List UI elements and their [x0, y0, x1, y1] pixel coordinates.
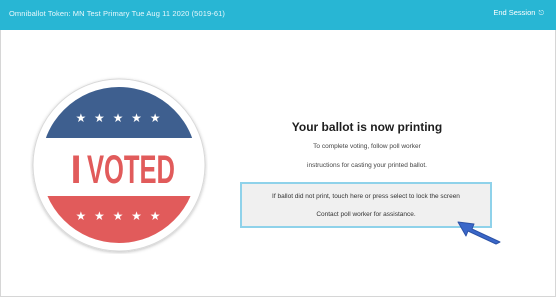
end-session-button[interactable]: End Session ⎋	[493, 8, 544, 18]
arrow-pointer-icon	[454, 218, 504, 248]
sticker-graphic: ★ ★ ★ ★ ★ ★ ★ ★ ★ ★ I VOTED	[32, 78, 206, 252]
header-bar: Omniballot Token: MN Test Primary Tue Au…	[0, 0, 556, 30]
instruction-line-1: To complete voting, follow poll worker	[313, 143, 421, 150]
stars-top: ★ ★ ★ ★ ★	[75, 111, 162, 125]
session-title: Omniballot Token: MN Test Primary Tue Au…	[9, 9, 226, 18]
sticker-i: I	[70, 148, 81, 192]
lock-screen-instruction: If ballot did not print, touch here or p…	[272, 193, 460, 200]
stars-bottom: ★ ★ ★ ★ ★	[75, 209, 162, 223]
instruction-line-2: instructions for casting your printed ba…	[307, 162, 427, 169]
sticker-voted: VOTED	[87, 148, 175, 192]
contact-poll-worker-text: Contact poll worker for assistance.	[316, 211, 416, 218]
print-status-message: Your ballot is now printing To complete …	[239, 120, 495, 169]
printing-headline: Your ballot is now printing	[291, 120, 443, 134]
exit-icon: ⎋	[538, 10, 544, 17]
end-session-label: End Session	[493, 8, 536, 17]
i-voted-sticker: ★ ★ ★ ★ ★ ★ ★ ★ ★ ★ I VOTED	[30, 76, 208, 254]
